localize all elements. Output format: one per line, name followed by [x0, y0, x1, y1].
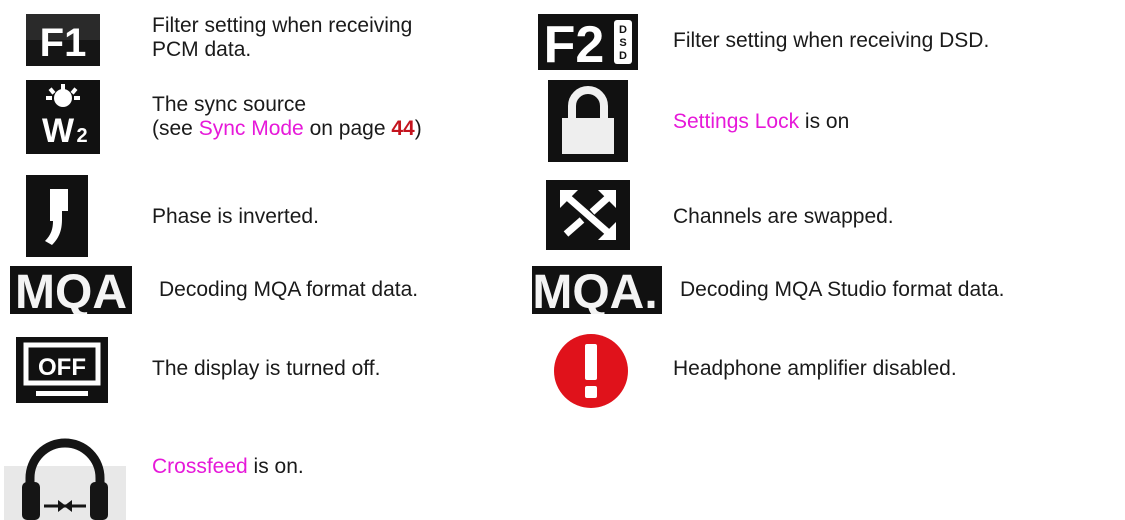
sync-text-mid: on page [303, 117, 392, 140]
lock-description: Settings Lock is on [673, 110, 849, 134]
f2-description: Filter setting when receiving DSD. [673, 29, 989, 53]
mqa-description-text: Decoding MQA format data. [159, 278, 419, 301]
svg-text:OFF: OFF [38, 354, 86, 381]
svg-text:D: D [619, 50, 627, 62]
sync-text-post: ) [414, 117, 422, 140]
crossfeed-headphone-icon [4, 426, 126, 520]
svg-text:MQA.: MQA. [532, 266, 657, 314]
sync-text-pre: (see [152, 117, 199, 140]
channel-swap-icon [546, 180, 630, 250]
sync-page-ref[interactable]: 44 [391, 117, 414, 140]
mqa-studio-icon: MQA. [532, 266, 662, 314]
sync-mode-link[interactable]: Sync Mode [199, 117, 304, 140]
sync-description-line2: (see Sync Mode on page 44) [152, 117, 422, 141]
swap-description: Channels are swapped. [673, 205, 894, 229]
crossfeed-description-text: Crossfeed is on. [152, 455, 304, 479]
f1-filter-icon: F1 [26, 14, 100, 66]
f1-description: Filter setting when receiving PCM data. [152, 14, 412, 62]
sync-description-line1: The sync source [152, 93, 307, 116]
sync-description: The sync source (see Sync Mode on page 4… [152, 93, 422, 141]
f2-dsd-filter-icon: F2 D S D [538, 14, 638, 70]
lock-text: is on [799, 110, 850, 133]
crossfeed-description: Crossfeed is on. [152, 455, 304, 479]
svg-text:S: S [619, 37, 626, 49]
display-off-description: The display is turned off. [152, 357, 380, 381]
mqa-studio-description-text: Decoding MQA Studio format data. [680, 278, 1005, 301]
mqa-studio-description: Decoding MQA Studio format data. [680, 278, 1005, 302]
crossfeed-link[interactable]: Crossfeed [152, 455, 248, 478]
svg-text:F2: F2 [544, 16, 605, 70]
svg-text:2: 2 [76, 125, 87, 147]
svg-text:F1: F1 [40, 21, 87, 65]
phase-description: Phase is inverted. [152, 205, 319, 229]
swap-description-text: Channels are swapped. [673, 205, 894, 228]
crossfeed-text: is on. [247, 455, 304, 478]
warning-icon [552, 332, 630, 410]
svg-text:W: W [42, 112, 75, 150]
svg-text:MQA: MQA [15, 266, 127, 314]
f2-description-text: Filter setting when receiving DSD. [673, 29, 990, 52]
settings-lock-link[interactable]: Settings Lock [673, 110, 799, 133]
display-off-icon: OFF [16, 337, 108, 403]
display-off-description-text: The display is turned off. [152, 357, 381, 380]
f1-description-line1: Filter setting when receiving [152, 14, 413, 37]
svg-text:D: D [619, 24, 627, 36]
phase-description-text: Phase is inverted. [152, 205, 319, 228]
sync-source-icon: W 2 [26, 80, 100, 154]
hp-disabled-description: Headphone amplifier disabled. [673, 357, 957, 381]
mqa-icon: MQA [10, 266, 132, 314]
lock-description-text: Settings Lock is on [673, 110, 849, 134]
f1-description-line2: PCM data. [152, 38, 252, 61]
phase-inverted-icon [26, 175, 88, 257]
lock-icon [548, 80, 628, 162]
mqa-description: Decoding MQA format data. [159, 278, 418, 302]
hp-disabled-description-text: Headphone amplifier disabled. [673, 357, 957, 380]
